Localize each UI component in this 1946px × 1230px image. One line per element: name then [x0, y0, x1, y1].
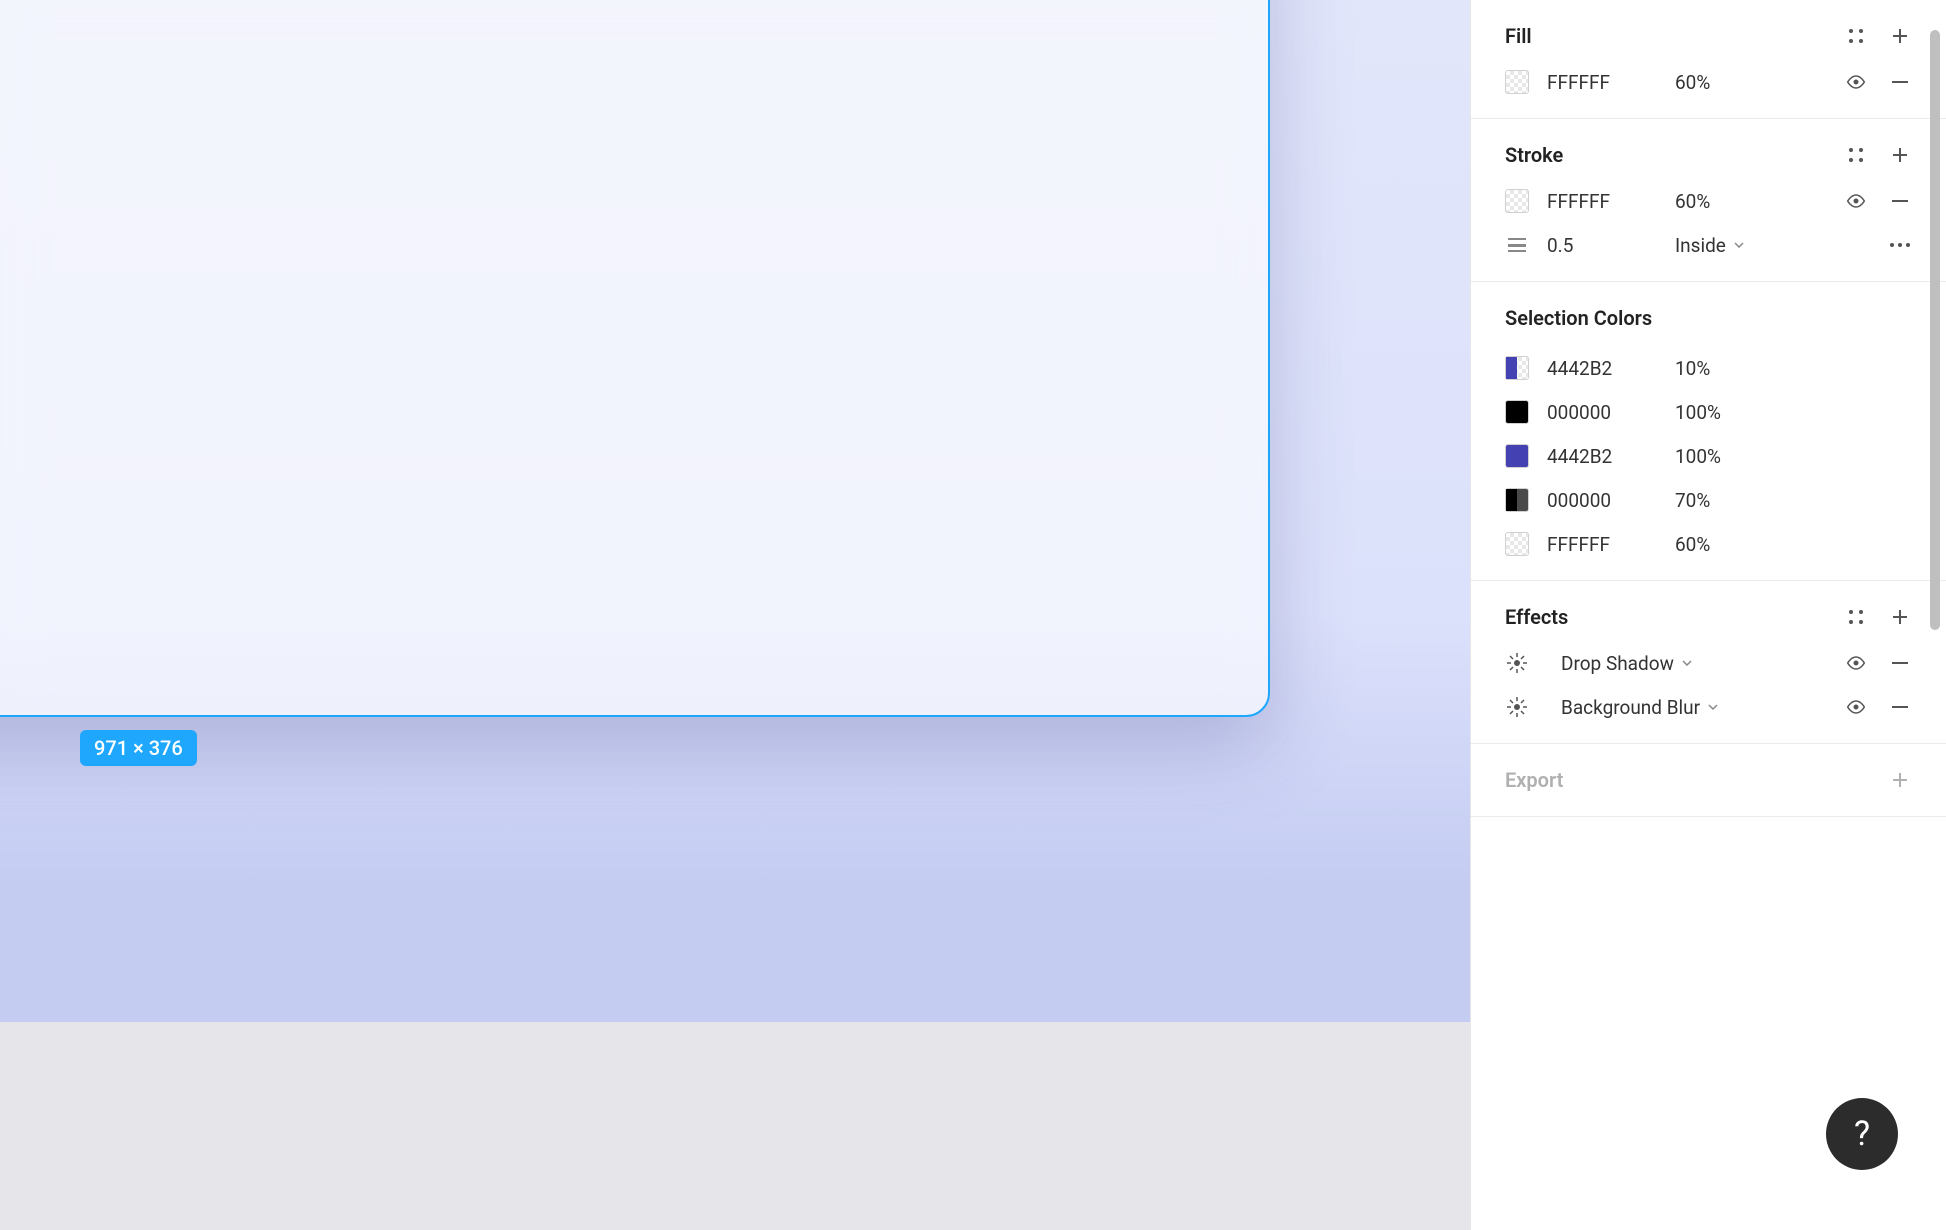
selected-frame[interactable]: n an iOS app from scratch for 3, iPadOS …	[0, 0, 1270, 717]
effects-title: Effects	[1505, 605, 1568, 629]
color-swatch[interactable]	[1505, 189, 1529, 213]
styles-icon[interactable]	[1844, 24, 1868, 48]
chevron-down-icon	[1682, 660, 1692, 666]
opacity-value[interactable]: 10%	[1675, 357, 1755, 380]
opacity-value[interactable]: 100%	[1675, 445, 1755, 468]
opacity-value[interactable]: 60%	[1675, 190, 1755, 213]
selection-colors-section: Selection Colors 4442B2 10% 000000 100% …	[1471, 282, 1946, 581]
hex-value[interactable]: 000000	[1547, 489, 1657, 512]
styles-icon[interactable]	[1844, 143, 1868, 167]
color-swatch[interactable]	[1505, 488, 1529, 512]
chevron-down-icon	[1708, 704, 1718, 710]
canvas-area[interactable]: n an iOS app from scratch for 3, iPadOS …	[0, 0, 1470, 1230]
hex-value[interactable]: FFFFFF	[1547, 533, 1657, 556]
stroke-section: Stroke FFFFFF 60%	[1471, 119, 1946, 282]
effect-settings-icon[interactable]	[1505, 651, 1529, 675]
canvas-background	[0, 1022, 1470, 1230]
more-icon[interactable]	[1888, 233, 1912, 257]
remove-icon[interactable]	[1888, 651, 1912, 675]
help-button[interactable]: ?	[1826, 1098, 1898, 1170]
stroke-weight-value[interactable]: 0.5	[1547, 234, 1657, 257]
fill-row[interactable]: FFFFFF 60%	[1505, 70, 1912, 94]
opacity-value[interactable]: 60%	[1675, 533, 1755, 556]
scrollbar-thumb[interactable]	[1930, 30, 1940, 630]
styles-icon[interactable]	[1844, 605, 1868, 629]
stroke-align-value: Inside	[1675, 234, 1726, 257]
export-title: Export	[1505, 768, 1563, 792]
color-swatch[interactable]	[1505, 400, 1529, 424]
selection-color-row[interactable]: 4442B2 10%	[1505, 356, 1912, 380]
color-swatch[interactable]	[1505, 70, 1529, 94]
fill-section: Fill FFFFFF 60%	[1471, 0, 1946, 119]
effect-type-select[interactable]: Background Blur	[1561, 696, 1718, 719]
stroke-title: Stroke	[1505, 143, 1563, 167]
export-section: Export	[1471, 744, 1946, 817]
effect-row[interactable]: Drop Shadow	[1505, 651, 1912, 675]
effects-section: Effects Drop Shadow	[1471, 581, 1946, 744]
hex-value[interactable]: 4442B2	[1547, 445, 1657, 468]
remove-icon[interactable]	[1888, 695, 1912, 719]
add-icon[interactable]	[1888, 24, 1912, 48]
stroke-weight-icon	[1505, 233, 1529, 257]
visibility-icon[interactable]	[1844, 70, 1868, 94]
add-icon[interactable]	[1888, 605, 1912, 629]
effect-label: Background Blur	[1561, 696, 1700, 719]
color-swatch[interactable]	[1505, 356, 1529, 380]
selection-color-row[interactable]: FFFFFF 60%	[1505, 532, 1912, 556]
stroke-color-row[interactable]: FFFFFF 60%	[1505, 189, 1912, 213]
hex-value[interactable]: FFFFFF	[1547, 190, 1657, 213]
opacity-value[interactable]: 70%	[1675, 489, 1755, 512]
opacity-value[interactable]: 60%	[1675, 71, 1755, 94]
fill-title: Fill	[1505, 24, 1532, 48]
add-icon[interactable]	[1888, 143, 1912, 167]
chevron-down-icon	[1734, 242, 1744, 248]
selection-color-row[interactable]: 4442B2 100%	[1505, 444, 1912, 468]
color-swatch[interactable]	[1505, 444, 1529, 468]
add-icon[interactable]	[1888, 768, 1912, 792]
visibility-icon[interactable]	[1844, 695, 1868, 719]
selection-color-row[interactable]: 000000 70%	[1505, 488, 1912, 512]
visibility-icon[interactable]	[1844, 189, 1868, 213]
effect-settings-icon[interactable]	[1505, 695, 1529, 719]
opacity-value[interactable]: 100%	[1675, 401, 1755, 424]
visibility-icon[interactable]	[1844, 651, 1868, 675]
effect-row[interactable]: Background Blur	[1505, 695, 1912, 719]
hex-value[interactable]: 4442B2	[1547, 357, 1657, 380]
selection-color-row[interactable]: 000000 100%	[1505, 400, 1912, 424]
stroke-align-select[interactable]: Inside	[1675, 234, 1744, 257]
selection-colors-title: Selection Colors	[1505, 306, 1652, 330]
color-swatch[interactable]	[1505, 532, 1529, 556]
effect-type-select[interactable]: Drop Shadow	[1561, 652, 1692, 675]
remove-icon[interactable]	[1888, 70, 1912, 94]
dimension-badge: 971 × 376	[80, 730, 197, 766]
properties-panel: Fill FFFFFF 60%	[1470, 0, 1946, 1230]
panel-scrollbar[interactable]	[1930, 0, 1942, 1230]
hex-value[interactable]: FFFFFF	[1547, 71, 1657, 94]
help-label: ?	[1854, 1114, 1870, 1154]
stroke-settings-row[interactable]: 0.5 Inside	[1505, 233, 1912, 257]
remove-icon[interactable]	[1888, 189, 1912, 213]
hex-value[interactable]: 000000	[1547, 401, 1657, 424]
effect-label: Drop Shadow	[1561, 652, 1674, 675]
